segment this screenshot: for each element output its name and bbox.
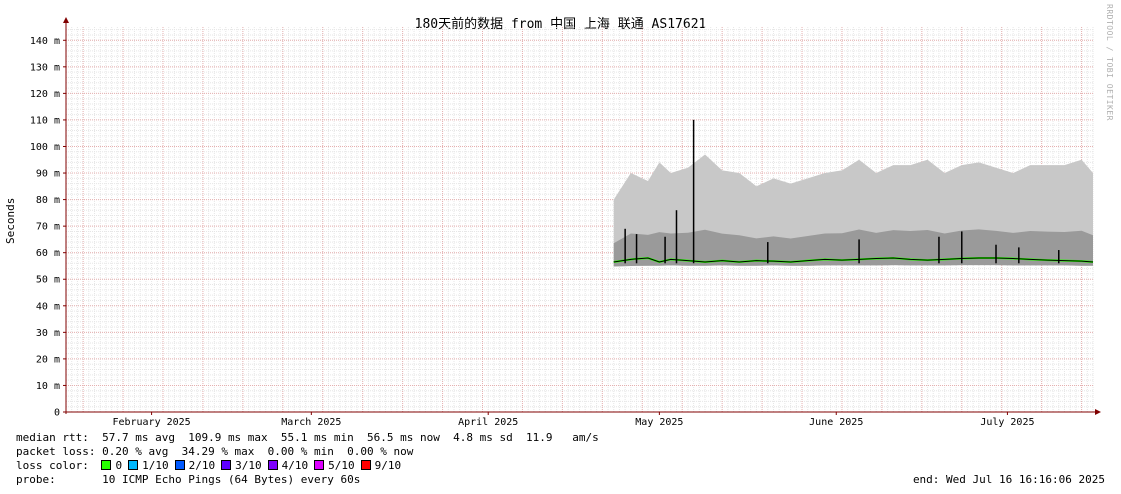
y-tick-label: 80 m <box>36 195 60 206</box>
y-tick-label: 20 m <box>36 354 60 365</box>
loss-swatch-label-1: 1/10 <box>142 459 169 472</box>
y-tick-label: 60 m <box>36 248 60 259</box>
loss-swatch-4 <box>267 460 278 470</box>
loss-swatch-label-5: 5/10 <box>328 459 355 472</box>
y-tick-label: 100 m <box>30 142 60 153</box>
y-tick-label: 0 <box>54 408 60 419</box>
legend-probe: probe: 10 ICMP Echo Pings (64 Bytes) eve… <box>16 473 599 487</box>
x-tick-label: February 2025 <box>112 417 190 428</box>
y-tick-label: 110 m <box>30 115 60 126</box>
y-axis-arrow <box>63 17 69 23</box>
x-axis-arrow <box>1095 409 1101 415</box>
end-timestamp: end: Wed Jul 16 16:16:06 2025 <box>912 473 1105 486</box>
legend-block: median rtt: 57.7 ms avg 109.9 ms max 55.… <box>16 431 599 487</box>
y-tick-label: 120 m <box>30 89 60 100</box>
y-tick-label: 70 m <box>36 222 60 233</box>
median-rtt-values: 57.7 ms avg 109.9 ms max 55.1 ms min 56.… <box>102 431 599 444</box>
x-tick-label: April 2025 <box>458 417 518 428</box>
y-tick-label: 50 m <box>36 275 60 286</box>
loss-swatch-2 <box>174 460 185 470</box>
packet-loss-values: 0.20 % avg 34.29 % max 0.00 % min 0.00 %… <box>102 445 414 458</box>
y-tick-label: 30 m <box>36 328 60 339</box>
loss-swatch-label-0: 0 <box>115 459 123 472</box>
loss-swatch-label-6: 9/10 <box>374 459 402 472</box>
loss-swatch-label-4: 4/10 <box>281 459 309 472</box>
loss-swatch-1 <box>128 460 139 470</box>
probe-text: 10 ICMP Echo Pings (64 Bytes) every 60s <box>102 473 361 486</box>
probe-label: probe: <box>16 473 56 486</box>
legend-packet-loss: packet loss: 0.20 % avg 34.29 % max 0.00… <box>16 445 599 459</box>
x-tick-label: June 2025 <box>809 417 863 428</box>
loss-swatch-6 <box>360 460 371 470</box>
x-tick-label: March 2025 <box>281 417 341 428</box>
loss-swatch-label-3: 3/10 <box>235 459 262 472</box>
x-tick-label: July 2025 <box>980 417 1034 428</box>
legend-loss-color: loss color: 0 1/10 2/10 3/10 4/10 5/10 9/10 <box>16 459 599 473</box>
y-tick-label: 140 m <box>30 36 60 47</box>
y-tick-label: 130 m <box>30 62 60 73</box>
y-tick-label: 10 m <box>36 381 60 392</box>
loss-swatch-5 <box>314 460 325 470</box>
legend-median-rtt: median rtt: 57.7 ms avg 109.9 ms max 55.… <box>16 431 599 445</box>
loss-color-label: loss color: <box>16 459 89 472</box>
median-rtt-label: median rtt: <box>16 431 89 444</box>
x-tick-label: May 2025 <box>635 417 683 428</box>
y-tick-label: 40 m <box>36 301 60 312</box>
loss-swatch-label-2: 2/10 <box>188 459 216 472</box>
loss-swatch-3 <box>221 460 232 470</box>
packet-loss-label: packet loss: <box>16 445 96 458</box>
chart-plot: 0 10 m 20 m 30 m 40 m 50 m 60 m 70 m 80 m 90 m 100… <box>30 17 1101 428</box>
loss-swatch-0 <box>101 460 112 470</box>
y-tick-label: 90 m <box>36 169 60 180</box>
